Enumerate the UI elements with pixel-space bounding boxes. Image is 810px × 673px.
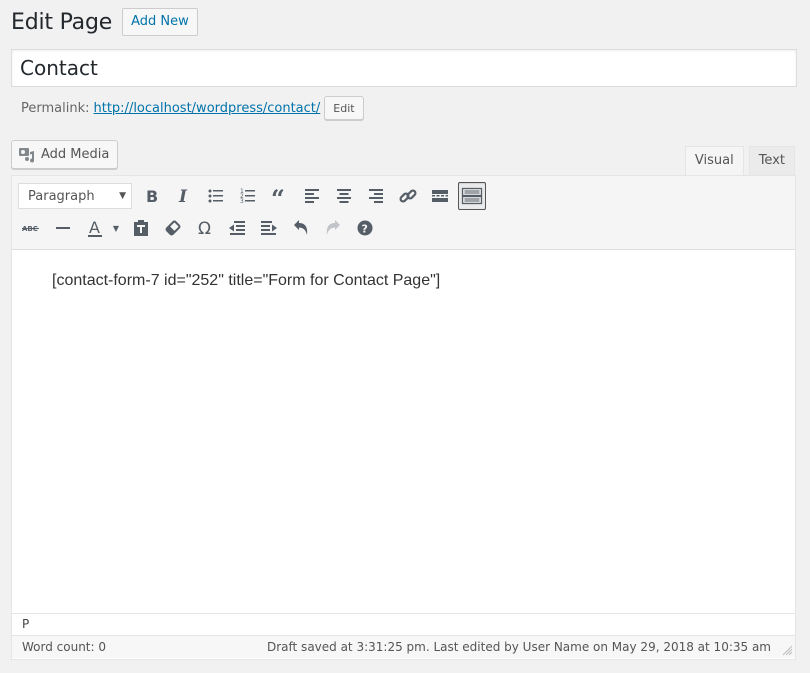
path-element-p[interactable]: P	[22, 617, 29, 631]
increase-indent-button[interactable]	[255, 214, 283, 242]
permalink-edit-button[interactable]: Edit	[324, 96, 364, 120]
svg-text:3: 3	[240, 198, 244, 205]
svg-text:Ω: Ω	[198, 219, 211, 238]
special-character-button[interactable]: Ω	[191, 214, 219, 242]
svg-text:A: A	[89, 218, 100, 237]
permalink-link[interactable]: http://localhost/wordpress/contact/	[94, 101, 321, 116]
link-icon	[399, 189, 417, 203]
horizontal-line-icon	[56, 227, 70, 229]
keyboard-icon	[461, 187, 483, 205]
decrease-indent-button[interactable]	[223, 214, 251, 242]
page-title: Edit Page	[11, 9, 113, 35]
numbered-list-button[interactable]: 123	[234, 182, 262, 210]
paste-text-icon	[134, 220, 148, 236]
word-count: Word count: 0	[22, 640, 107, 654]
toolbar-toggle-button[interactable]	[458, 182, 486, 210]
indent-icon	[261, 221, 277, 235]
svg-text:I: I	[178, 187, 188, 206]
eraser-icon	[165, 220, 181, 236]
add-new-button[interactable]: Add New	[122, 8, 198, 36]
bold-button[interactable]: B	[138, 182, 166, 210]
svg-text:?: ?	[362, 223, 368, 236]
blockquote-icon: “	[271, 186, 285, 206]
blockquote-button[interactable]: “	[266, 182, 294, 210]
add-media-button[interactable]: Add Media	[11, 140, 119, 169]
undo-icon	[294, 220, 308, 235]
toolbar-row-2: ABC A ▼ Ω	[17, 212, 795, 244]
keyboard-shortcuts-button[interactable]: ?	[351, 214, 379, 242]
align-right-button[interactable]	[362, 182, 390, 210]
redo-button[interactable]	[319, 214, 347, 242]
numbered-list-icon: 123	[240, 188, 255, 205]
resize-handle-icon[interactable]	[781, 644, 793, 656]
align-left-button[interactable]	[298, 182, 326, 210]
permalink-label: Permalink:	[21, 100, 90, 116]
omega-icon: Ω	[198, 219, 211, 238]
read-more-button[interactable]	[426, 182, 454, 210]
redo-icon	[326, 220, 340, 235]
tab-text[interactable]: Text	[748, 146, 795, 176]
text-color-icon: A	[88, 218, 102, 237]
bulleted-list-button[interactable]	[202, 182, 230, 210]
page-header: Edit Page Add New	[11, 8, 198, 36]
strikethrough-button[interactable]: ABC	[17, 214, 45, 242]
editor-toolbar: Paragraph ▼ B I 123 “ A ▼ Ω ?	[12, 176, 795, 250]
read-more-icon	[432, 190, 448, 202]
svg-text:B: B	[146, 187, 158, 206]
horizontal-line-button[interactable]	[49, 214, 77, 242]
editor: Paragraph ▼ B I 123 “ A ▼ Ω ? [contact-f…	[11, 175, 796, 660]
editor-status-bar: Word count: 0 Draft saved at 3:31:25 pm.…	[12, 635, 795, 658]
permalink-row: Permalink: http://localhost/wordpress/co…	[21, 96, 364, 120]
italic-icon: I	[178, 187, 188, 206]
outdent-icon	[229, 221, 245, 235]
align-left-icon	[305, 189, 319, 203]
element-path: P	[12, 613, 795, 635]
format-select[interactable]: Paragraph ▼	[18, 183, 132, 209]
toolbar-row-1: Paragraph ▼ B I 123 “	[17, 180, 795, 212]
align-center-icon	[337, 189, 351, 203]
tab-visual[interactable]: Visual	[684, 146, 744, 176]
align-right-icon	[369, 189, 383, 203]
editor-tabs: Visual Text	[680, 146, 795, 176]
align-center-button[interactable]	[330, 182, 358, 210]
insert-link-button[interactable]	[394, 182, 422, 210]
text-color-dropdown[interactable]: ▼	[109, 214, 123, 242]
editor-content[interactable]: [contact-form-7 id="252" title="Form for…	[12, 250, 795, 613]
undo-button[interactable]	[287, 214, 315, 242]
svg-text:“: “	[271, 186, 285, 206]
bulleted-list-icon	[208, 189, 223, 203]
chevron-down-icon: ▼	[119, 191, 126, 201]
media-icon	[19, 147, 35, 162]
strikethrough-icon: ABC	[22, 225, 39, 233]
italic-button[interactable]: I	[170, 182, 198, 210]
add-media-label: Add Media	[41, 147, 110, 162]
format-select-value: Paragraph	[28, 188, 95, 204]
help-icon: ?	[357, 220, 373, 236]
clear-formatting-button[interactable]	[159, 214, 187, 242]
text-color-button[interactable]: A	[81, 214, 109, 242]
bold-icon: B	[146, 187, 158, 206]
draft-status: Draft saved at 3:31:25 pm. Last edited b…	[267, 640, 771, 654]
post-title-input[interactable]	[11, 49, 797, 87]
caret-down-icon: ▼	[112, 223, 120, 233]
paste-as-text-button[interactable]	[127, 214, 155, 242]
